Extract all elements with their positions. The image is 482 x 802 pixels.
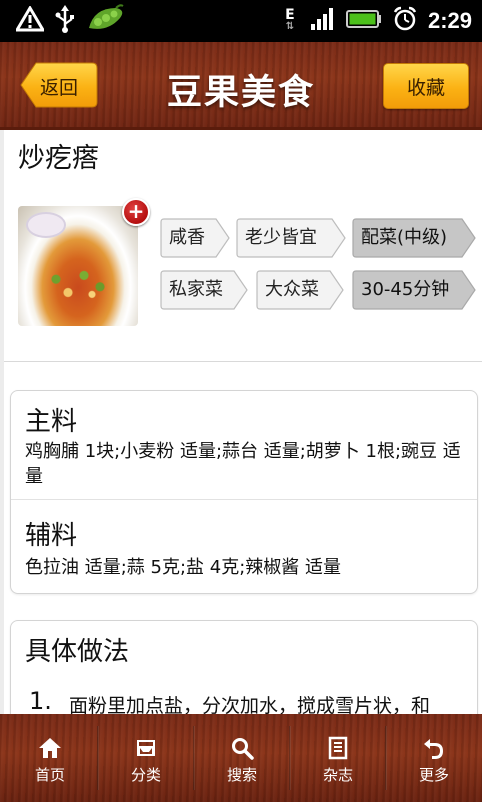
step-number: 1. — [29, 687, 52, 714]
favorite-button-label: 收藏 — [406, 76, 445, 99]
aux-ingredients-title: 辅料 — [25, 521, 78, 551]
step-text: 面粉里加点盐，分次加水，搅成雪片状，和 — [69, 695, 431, 714]
method-card: 具体做法 1. 面粉里加点盐，分次加水，搅成雪片状，和 — [10, 620, 478, 714]
nav-search-label: 搜索 — [226, 766, 257, 784]
dish-photo[interactable] — [18, 206, 138, 326]
bottom-nav: 首页 分类 搜索 杂志 更多 — [0, 714, 482, 802]
card-divider — [11, 499, 477, 500]
data-arrows-icon: E ⇅ — [285, 7, 295, 32]
method-title: 具体做法 — [25, 637, 130, 667]
more-icon — [424, 739, 443, 759]
section-divider — [4, 361, 482, 362]
status-right-icons: E ⇅ 2:29 — [280, 6, 472, 36]
usb-icon — [54, 5, 76, 37]
recipe-content[interactable]: 炒疙瘩 + 咸香 老少皆宜 配菜(中级) 私家菜 大众菜 30-45分钟 主料 … — [4, 130, 482, 714]
dish-food — [40, 264, 120, 302]
tag-difficulty-label: 配菜(中级) — [361, 227, 448, 248]
category-icon — [137, 740, 155, 756]
add-photo-icon[interactable]: + — [122, 198, 150, 226]
main-ingredients-title: 主料 — [25, 407, 78, 437]
nav-category[interactable]: 分类 — [98, 714, 194, 802]
nav-category-label: 分类 — [130, 766, 161, 784]
tag-cuisine[interactable]: 私家菜 — [160, 270, 248, 310]
ingredients-card: 主料 鸡胸脯 1块;小麦粉 适量;蒜台 适量;胡萝卜 1根;豌豆 适量 辅料 色… — [10, 390, 478, 594]
magazine-icon — [328, 736, 348, 760]
tag-audience-label: 老少皆宜 — [245, 227, 317, 248]
favorite-button[interactable]: 收藏 — [383, 63, 469, 109]
nav-magazine[interactable]: 杂志 — [290, 714, 386, 802]
pea-pod-icon — [86, 4, 126, 38]
nav-home-label: 首页 — [34, 766, 65, 784]
status-left-icons — [14, 4, 126, 38]
tag-flavor[interactable]: 咸香 — [160, 218, 230, 258]
nav-more[interactable]: 更多 — [386, 714, 482, 802]
back-button-label: 返回 — [40, 77, 79, 99]
status-time: 2:29 — [427, 8, 472, 33]
battery-icon — [345, 9, 382, 33]
tag-difficulty[interactable]: 配菜(中级) — [352, 218, 476, 258]
main-ingredients-text: 鸡胸脯 1块;小麦粉 适量;蒜台 适量;胡萝卜 1根;豌豆 适量 — [25, 441, 461, 487]
alarm-icon — [392, 6, 418, 36]
warning-icon — [14, 5, 46, 36]
status-bar: E ⇅ 2:29 — [0, 0, 482, 42]
tag-popularity-label: 大众菜 — [265, 279, 319, 300]
aux-ingredients-text: 色拉油 适量;蒜 5克;盐 4克;辣椒酱 适量 — [25, 557, 341, 578]
app-header: 返回 豆果美食 收藏 — [0, 42, 482, 130]
nav-magazine-label: 杂志 — [322, 766, 353, 784]
tag-audience[interactable]: 老少皆宜 — [236, 218, 346, 258]
tag-duration-label: 30-45分钟 — [361, 279, 450, 300]
signal-icon — [310, 7, 336, 35]
tag-popularity[interactable]: 大众菜 — [256, 270, 344, 310]
cup-decoration — [28, 214, 64, 236]
tag-duration[interactable]: 30-45分钟 — [352, 270, 476, 310]
home-icon — [39, 738, 61, 758]
tag-flavor-label: 咸香 — [169, 227, 205, 248]
search-icon — [232, 738, 254, 760]
nav-search[interactable]: 搜索 — [194, 714, 290, 802]
nav-home[interactable]: 首页 — [2, 714, 98, 802]
tag-cuisine-label: 私家菜 — [169, 279, 223, 300]
recipe-name: 炒疙瘩 — [18, 143, 99, 174]
nav-more-label: 更多 — [418, 766, 449, 784]
